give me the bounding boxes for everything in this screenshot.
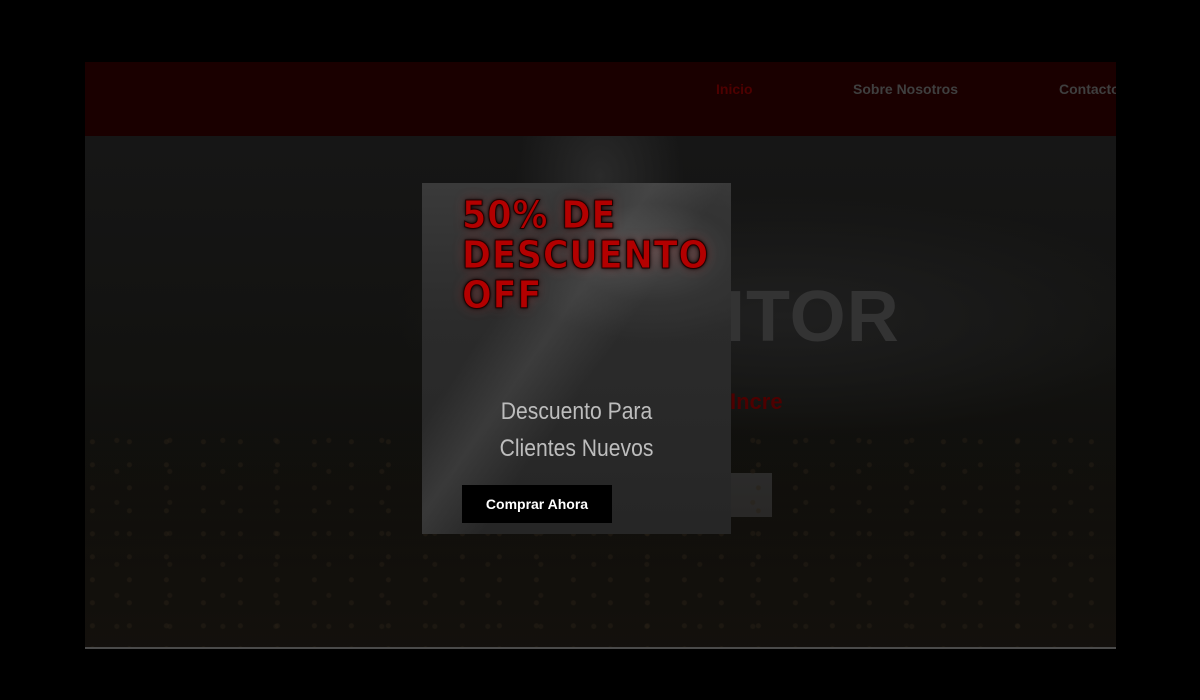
- buy-now-button[interactable]: Comprar Ahora: [462, 485, 612, 523]
- hero-subtitle: Incre: [730, 389, 783, 414]
- promo-line: 50% DE: [462, 193, 617, 237]
- hero-button[interactable]: [730, 473, 772, 517]
- nav-link-sobre-nosotros[interactable]: Sobre Nosotros: [853, 81, 958, 97]
- navbar: Inicio Sobre Nosotros Contacto: [85, 62, 1116, 136]
- promo-heading: 50% DE DESCUENTO OFF: [462, 193, 710, 317]
- description-line: Clientes Nuevos: [499, 435, 654, 462]
- nav-link-inicio[interactable]: Inicio: [716, 81, 753, 97]
- discount-modal: 50% DE DESCUENTO OFF Descuento Para Clie…: [422, 183, 731, 534]
- modal-description: Descuento Para Clientes Nuevos: [441, 393, 713, 467]
- promo-line: DESCUENTO: [462, 233, 710, 277]
- promo-line: OFF: [462, 273, 543, 317]
- hero-title: ITOR: [725, 277, 900, 357]
- nav-link-contacto[interactable]: Contacto: [1059, 81, 1116, 97]
- description-line: Descuento Para: [500, 398, 653, 425]
- footer-divider: [85, 647, 1116, 649]
